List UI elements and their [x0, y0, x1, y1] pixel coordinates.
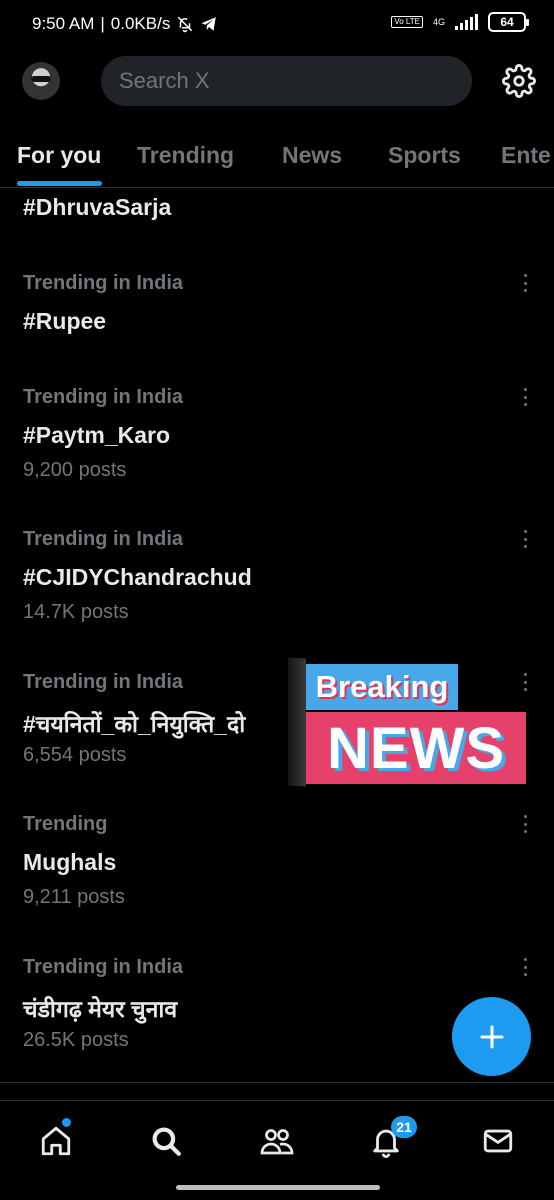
- tab-news[interactable]: News: [282, 142, 342, 169]
- trend-category: Trending in India: [23, 956, 183, 978]
- trend-category: Trending in India: [23, 386, 183, 408]
- home-icon: [41, 1126, 71, 1156]
- more-options-icon[interactable]: [518, 528, 532, 550]
- trend-category: Trending in India: [23, 671, 183, 693]
- more-options-icon[interactable]: [518, 813, 532, 835]
- trend-item[interactable]: Trending Mughals 9,211 posts: [0, 811, 554, 941]
- trend-post-count: 9,200 posts: [23, 459, 127, 481]
- nav-explore[interactable]: [146, 1121, 186, 1161]
- home-indicator: [176, 1185, 380, 1190]
- tab-entertainment[interactable]: Ente: [501, 142, 551, 169]
- top-header: [0, 50, 554, 116]
- trend-post-count: 14.7K posts: [23, 601, 129, 623]
- gear-icon[interactable]: [502, 64, 536, 98]
- tab-for-you[interactable]: For you: [17, 142, 101, 169]
- trend-name: #CJIDYChandrachud: [23, 564, 252, 590]
- communities-icon: [260, 1129, 294, 1155]
- more-options-icon[interactable]: [518, 272, 532, 294]
- tab-sports[interactable]: Sports: [388, 142, 461, 169]
- trend-post-count: 26.5K posts: [23, 1029, 129, 1051]
- trend-name: #चयनितों_को_नियुक्ति_दो: [23, 711, 246, 737]
- battery-level: 64: [500, 15, 514, 29]
- trend-name: #Rupee: [23, 308, 107, 334]
- bottom-nav: 21: [0, 1100, 554, 1180]
- trend-post-count: 9,211 posts: [23, 886, 125, 908]
- trend-category: Trending in India: [23, 272, 183, 294]
- search-icon: [152, 1127, 181, 1156]
- bell-off-icon: [178, 16, 193, 33]
- more-options-icon[interactable]: [518, 386, 532, 408]
- signal-icon: [455, 14, 478, 30]
- search-bar[interactable]: [101, 56, 472, 106]
- breaking-news-sticker: Breaking NEWS: [288, 656, 540, 788]
- trend-item[interactable]: Trending in India #CJIDYChandrachud 14.7…: [0, 526, 554, 656]
- tab-trending[interactable]: Trending: [137, 142, 234, 169]
- compose-button[interactable]: [452, 997, 531, 1076]
- avatar[interactable]: [22, 62, 60, 100]
- sticker-line-2: NEWS: [306, 712, 526, 784]
- status-bar: 9:50 AM | 0.0KB/s Vo LTE 4G 64: [0, 0, 554, 50]
- trend-name: चंडीगढ़ मेयर चुनाव: [23, 996, 178, 1022]
- trend-item[interactable]: #DhruvaSarja: [0, 188, 554, 248]
- explore-tabs: For you Trending News Sports Ente: [0, 130, 554, 188]
- sticker-line-1: Breaking: [306, 664, 458, 710]
- home-new-indicator: [62, 1118, 71, 1127]
- trend-item[interactable]: Trending in India #Rupee: [0, 270, 554, 370]
- nav-home[interactable]: [36, 1121, 76, 1161]
- telegram-icon: [201, 17, 217, 31]
- plus-icon: [480, 1025, 503, 1048]
- network-type: 4G: [432, 17, 445, 27]
- more-options-icon[interactable]: [518, 956, 532, 978]
- nav-messages[interactable]: [478, 1121, 518, 1161]
- battery-icon: 64: [488, 12, 529, 32]
- trend-item[interactable]: Trending in India #Paytm_Karo 9,200 post…: [0, 384, 554, 514]
- trend-post-count: 6,554 posts: [23, 744, 127, 766]
- messages-icon: [483, 1129, 513, 1153]
- network-speed: 0.0KB/s: [110, 14, 171, 33]
- nav-communities[interactable]: [257, 1121, 297, 1161]
- trend-category: Trending in India: [23, 528, 183, 550]
- trend-name: Mughals: [23, 849, 117, 875]
- status-time: 9:50 AM: [32, 14, 95, 33]
- volte-indicator: Vo LTE: [391, 16, 423, 28]
- trend-name: #DhruvaSarja: [23, 194, 172, 220]
- search-input[interactable]: [119, 68, 472, 94]
- active-tab-indicator: [17, 181, 102, 186]
- trend-name: #Paytm_Karo: [23, 422, 171, 448]
- trend-category: Trending: [23, 813, 108, 835]
- notifications-badge: 21: [391, 1116, 417, 1138]
- content-divider: [0, 1082, 554, 1083]
